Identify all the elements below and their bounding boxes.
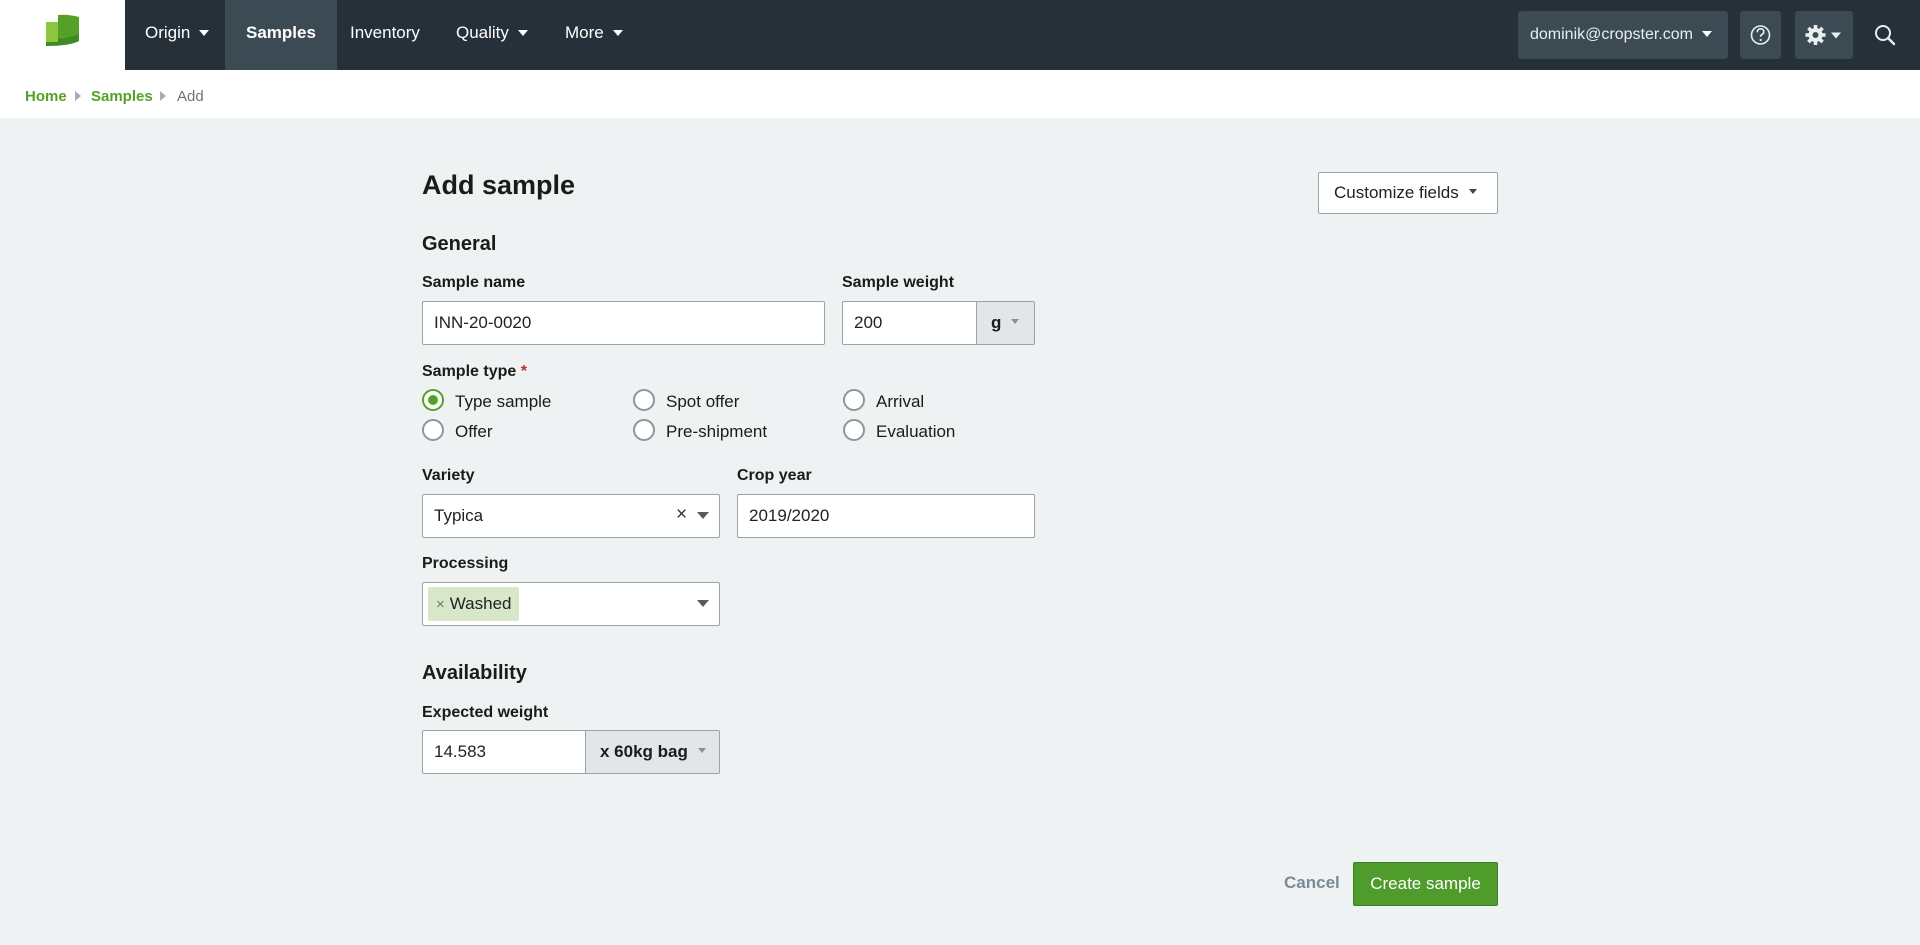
nav-more[interactable]: More [544, 0, 644, 70]
breadcrumb-samples[interactable]: Samples [91, 88, 153, 105]
variety-value: Typica [434, 506, 484, 525]
breadcrumb-separator-icon [160, 91, 166, 101]
create-sample-button[interactable]: Create sample [1353, 862, 1498, 906]
nav-quality-label: Quality [456, 23, 509, 42]
radio-spot-offer[interactable] [633, 389, 655, 411]
user-email: dominik@cropster.com [1530, 26, 1693, 43]
breadcrumb [0, 70, 1920, 118]
expected-weight-unit-select[interactable]: x 60kg bag [586, 730, 720, 774]
radio-type-sample-label[interactable]: Type sample [455, 392, 551, 412]
chevron-down-icon[interactable] [697, 512, 709, 519]
expected-weight-unit-label: x 60kg bag [600, 742, 688, 761]
user-menu-button[interactable]: dominik@cropster.com [1518, 11, 1728, 59]
nav-more-label: More [565, 23, 604, 42]
processing-label: Processing [422, 555, 509, 572]
radio-pre-shipment[interactable] [633, 419, 655, 441]
sample-weight-label: Sample weight [842, 274, 955, 291]
settings-menu-button[interactable] [1795, 11, 1853, 59]
nav-inventory-label: Inventory [350, 23, 420, 42]
sample-weight-unit-select[interactable]: g [977, 301, 1035, 345]
crop-year-input[interactable]: 2019/2020 [737, 494, 1035, 538]
radio-spot-offer-label[interactable]: Spot offer [666, 392, 739, 412]
breadcrumb-separator-icon [75, 91, 81, 101]
radio-type-sample[interactable] [422, 389, 444, 411]
nav-samples-label: Samples [246, 23, 316, 42]
crop-year-label: Crop year [737, 467, 812, 484]
page-title: Add sample [422, 170, 576, 200]
required-mark: * [520, 363, 527, 380]
section-general-title: General [422, 233, 497, 255]
chevron-down-icon [199, 29, 210, 36]
expected-weight-input[interactable]: 14.583 [422, 730, 586, 774]
clear-icon[interactable]: × [676, 504, 687, 526]
chevron-down-icon [517, 29, 528, 36]
nav-quality[interactable]: Quality [435, 0, 549, 70]
nav-origin-label: Origin [145, 23, 191, 42]
radio-arrival[interactable] [843, 389, 865, 411]
customize-fields-label: Customize fields [1334, 183, 1459, 202]
chevron-down-icon [1468, 189, 1477, 195]
sample-name-input[interactable]: INN-20-0020 [422, 301, 825, 345]
cancel-button[interactable]: Cancel [1284, 873, 1340, 893]
help-circle-icon [1750, 25, 1771, 45]
chevron-down-icon[interactable] [697, 600, 709, 607]
sample-weight-unit-label: g [991, 313, 1002, 332]
logo-link[interactable] [0, 0, 125, 70]
chevron-down-icon [1701, 30, 1712, 37]
sample-type-label: Sample type * [422, 363, 527, 381]
processing-tag-label: Washed [449, 594, 512, 613]
radio-evaluation-label[interactable]: Evaluation [876, 422, 955, 442]
gear-icon [1805, 25, 1841, 45]
remove-tag-icon[interactable]: × [436, 596, 445, 613]
chevron-down-icon [612, 29, 623, 36]
search-icon [1875, 25, 1896, 46]
customize-fields-button[interactable]: Customize fields [1318, 172, 1498, 214]
sample-weight-input[interactable]: 200 [842, 301, 977, 345]
processing-tag: × Washed [428, 587, 519, 621]
sample-type-label-text: Sample type [422, 363, 517, 380]
chevron-down-icon [697, 748, 706, 754]
radio-pre-shipment-label[interactable]: Pre-shipment [666, 422, 767, 442]
expected-weight-label: Expected weight [422, 704, 549, 721]
nav-origin[interactable]: Origin [124, 0, 230, 70]
radio-arrival-label[interactable]: Arrival [876, 392, 924, 412]
nav-samples[interactable]: Samples [225, 0, 337, 70]
radio-offer[interactable] [422, 419, 444, 441]
nav-inventory[interactable]: Inventory [329, 0, 441, 70]
variety-label: Variety [422, 467, 475, 484]
radio-checked-dot [428, 395, 438, 405]
chevron-down-icon [1011, 319, 1020, 325]
cropster-leaf-logo [46, 14, 79, 46]
help-button[interactable] [1740, 11, 1781, 59]
radio-offer-label[interactable]: Offer [455, 422, 492, 442]
radio-evaluation[interactable] [843, 419, 865, 441]
breadcrumb-home[interactable]: Home [25, 88, 67, 105]
section-availability-title: Availability [422, 662, 527, 684]
sample-name-label: Sample name [422, 274, 526, 291]
breadcrumb-current: Add [177, 88, 204, 105]
search-button[interactable] [1867, 15, 1903, 55]
